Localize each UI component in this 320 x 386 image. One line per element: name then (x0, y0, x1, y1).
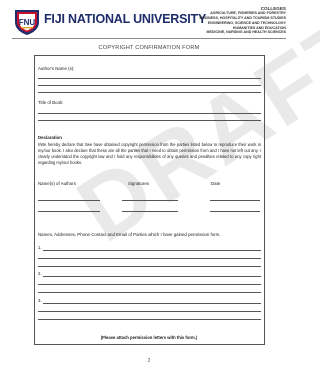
date-line[interactable] (210, 211, 260, 212)
college-item: MEDICINE, NURSING AND HEALTH SCIENCES (206, 30, 286, 35)
logo-abbr: FNU (19, 18, 36, 27)
book-title-line-2[interactable] (38, 120, 261, 121)
column-authors: Name(s) of Authors (38, 181, 76, 186)
column-date: Date (211, 181, 221, 186)
party-1-line-3[interactable] (38, 266, 261, 267)
date-line[interactable] (210, 200, 260, 201)
colleges-list: COLLEGES AGRICULTURE, FISHERIES AND FORE… (156, 6, 286, 35)
party-2-line-1[interactable] (43, 276, 261, 277)
signature-line[interactable] (122, 211, 178, 212)
authors-line-1[interactable] (38, 78, 261, 79)
declaration-heading: Declaration (38, 135, 62, 140)
fnu-logo: FNU (12, 8, 42, 36)
declaration-text: I/We hereby declare that I/we have obtai… (38, 142, 261, 166)
author-name-line[interactable] (38, 200, 100, 201)
party-2-line-2[interactable] (38, 284, 261, 285)
authors-line-2[interactable] (38, 85, 261, 86)
column-signatures: Signatures (128, 181, 149, 186)
party-3-line-1[interactable] (43, 303, 261, 304)
attach-note: (Please attach permission letters with t… (100, 335, 198, 340)
header-divider (12, 38, 286, 39)
author-name-line[interactable] (38, 211, 100, 212)
party-3-line-2[interactable] (38, 311, 261, 312)
authors-label: Author's Name (s): (38, 66, 75, 71)
signature-line[interactable] (122, 200, 178, 201)
party-1-line-1[interactable] (43, 250, 261, 251)
party-1-line-2[interactable] (38, 258, 261, 259)
page-number: 2 (147, 358, 151, 364)
book-title-label: Title of Book: (38, 100, 64, 105)
book-title-line-1[interactable] (38, 113, 261, 114)
authors-line-3[interactable] (38, 92, 261, 93)
party-3-line-3[interactable] (38, 319, 261, 320)
item-number: 3. (38, 298, 42, 303)
item-number: 2. (38, 271, 42, 276)
party-2-line-3[interactable] (38, 292, 261, 293)
permission-label: Names, Addresses, Phone Contact and Emai… (38, 232, 221, 237)
item-number: 1. (38, 245, 42, 250)
